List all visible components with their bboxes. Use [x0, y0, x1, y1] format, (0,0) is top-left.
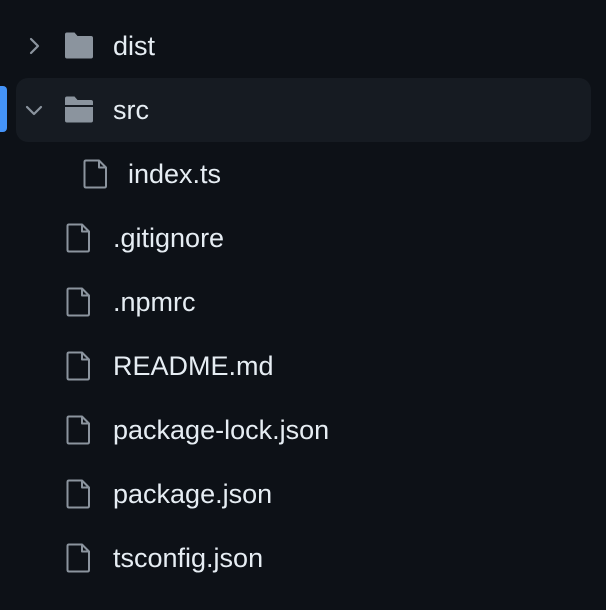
chevron-down-icon[interactable]: [22, 98, 46, 122]
tree-file-index-ts[interactable]: index.ts: [16, 142, 591, 206]
active-row-indicator: [0, 86, 7, 132]
tree-item-label: package-lock.json: [113, 415, 330, 445]
tree-file-npmrc[interactable]: .npmrc: [16, 270, 591, 334]
file-icon: [62, 415, 96, 445]
tree-file-package-lock-json[interactable]: package-lock.json: [16, 398, 591, 462]
tree-item-label: index.ts: [128, 159, 222, 189]
file-tree: dist src index.ts .gitignore .npmrc READ…: [0, 0, 606, 610]
folder-icon: [62, 31, 96, 61]
tree-item-label: dist: [113, 31, 156, 61]
tree-file-tsconfig-json[interactable]: tsconfig.json: [16, 526, 591, 590]
file-icon: [62, 543, 96, 573]
tree-item-label: .npmrc: [113, 287, 196, 317]
tree-file-package-json[interactable]: package.json: [16, 462, 591, 526]
tree-file-readme[interactable]: README.md: [16, 334, 591, 398]
file-icon: [79, 159, 113, 189]
file-icon: [62, 223, 96, 253]
tree-item-label: .gitignore: [113, 223, 225, 253]
tree-folder-dist[interactable]: dist: [16, 14, 591, 78]
tree-folder-src[interactable]: src: [16, 78, 591, 142]
file-icon: [62, 287, 96, 317]
tree-item-label: tsconfig.json: [113, 543, 264, 573]
chevron-right-icon[interactable]: [22, 34, 46, 58]
folder-open-icon: [62, 95, 96, 125]
tree-item-label: package.json: [113, 479, 273, 509]
file-icon: [62, 479, 96, 509]
file-icon: [62, 351, 96, 381]
tree-item-label: src: [113, 95, 149, 125]
tree-item-label: README.md: [113, 351, 274, 381]
tree-file-gitignore[interactable]: .gitignore: [16, 206, 591, 270]
